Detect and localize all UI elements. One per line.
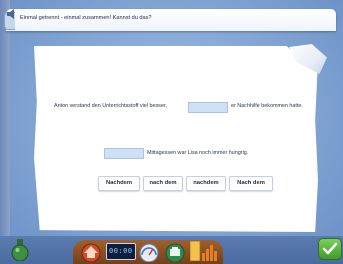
clock-text: 00:00 <box>109 247 133 255</box>
answer-blank-2[interactable] <box>104 148 144 159</box>
instruction-bar: Einmal getrennt - einmal zusammen! Kanns… <box>4 9 336 31</box>
home-icon[interactable] <box>80 242 102 262</box>
left-frame <box>0 0 10 264</box>
speaker-icon[interactable] <box>6 8 16 20</box>
checkmark-icon <box>322 242 338 255</box>
word-option-2[interactable]: nach dem <box>143 176 183 191</box>
sentence2-after: Mittagessen war Lisa noch immer hungrig. <box>147 150 249 156</box>
instruction-text: Einmal getrennt - einmal zusammen! Kanns… <box>20 15 152 21</box>
word-option-4[interactable]: Nach dem <box>229 176 273 191</box>
potion-icon[interactable] <box>11 239 29 261</box>
statistics-icon[interactable] <box>190 241 222 261</box>
check-answer-button[interactable] <box>318 238 342 260</box>
printer-icon[interactable] <box>164 242 186 262</box>
word-option-3[interactable]: nachdem <box>186 176 226 191</box>
sentence1-before: Anton verstand den Unterrichtsstoff viel… <box>54 103 167 109</box>
clock-display: 00:00 <box>106 243 136 260</box>
answer-blank-1[interactable] <box>188 102 228 113</box>
exercise-paper <box>34 46 318 232</box>
speedometer-icon[interactable] <box>138 242 160 262</box>
word-option-1[interactable]: Nachdem <box>98 176 140 191</box>
sentence1-after: er Nachhilfe bekommen hatte. <box>231 103 303 109</box>
